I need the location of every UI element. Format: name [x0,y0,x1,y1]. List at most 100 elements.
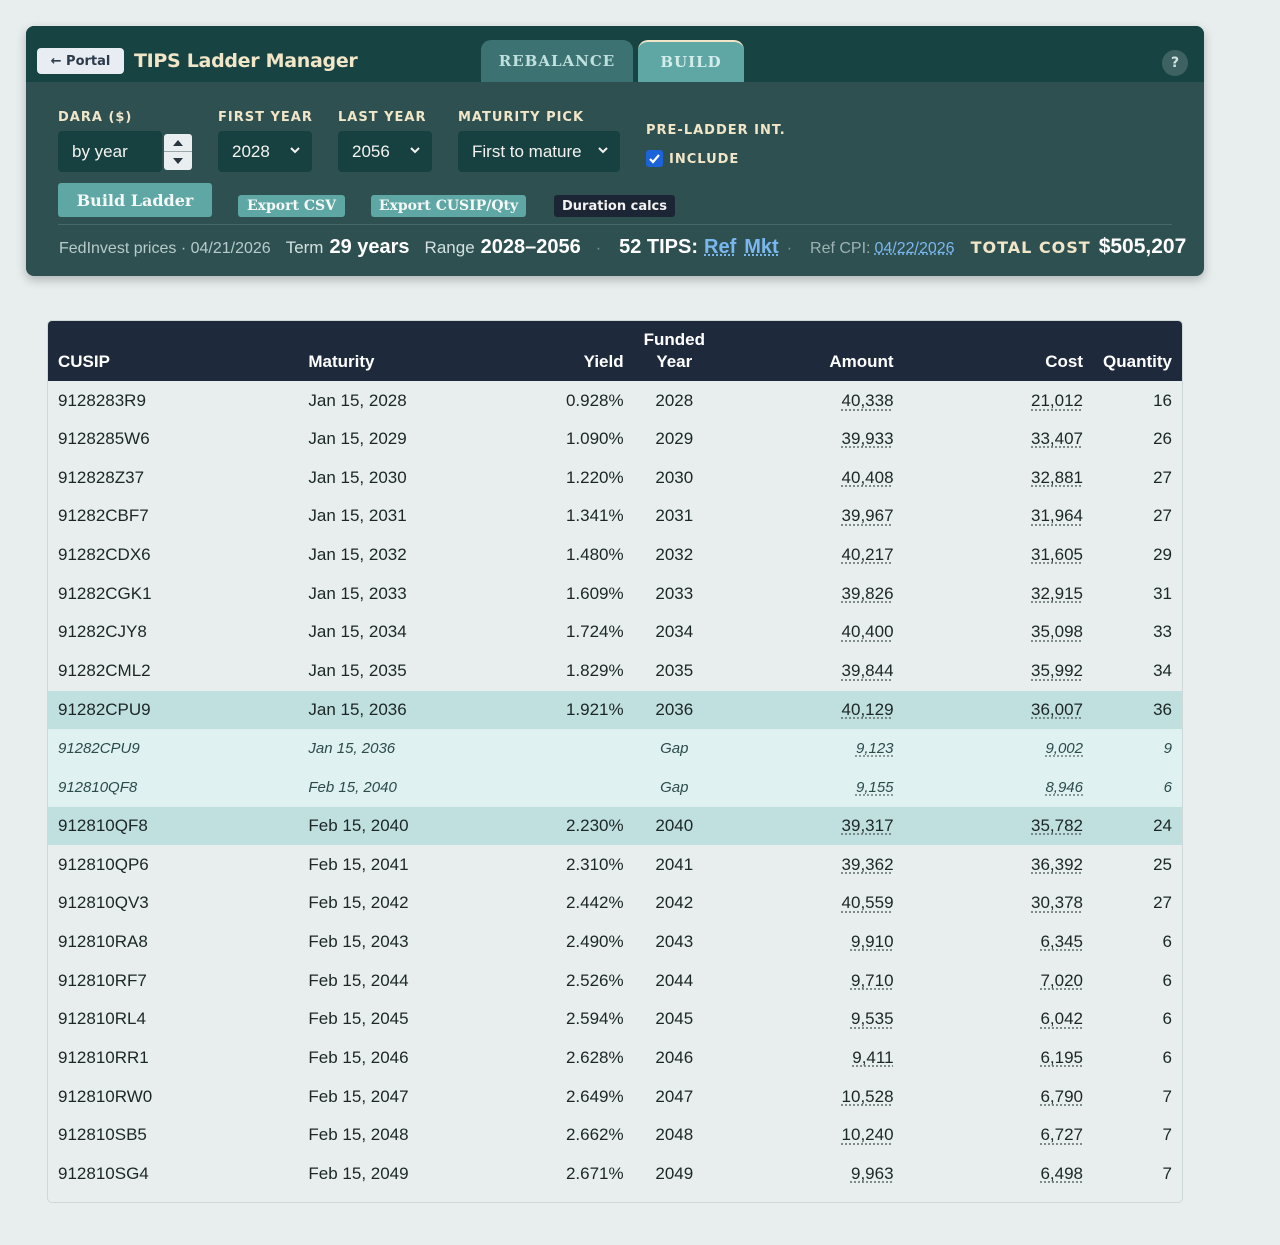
cell-cost-text[interactable]: 36,392 [1031,855,1083,874]
cell-maturity-text: Feb 15, 2045 [308,1009,409,1029]
cell-amount-text[interactable]: 40,217 [842,545,894,564]
cell-cusip-text: 91282CJY8 [58,622,147,642]
cell-amount-text[interactable]: 9,123 [856,740,894,757]
stepper-down-icon[interactable] [164,152,192,169]
first-year-select[interactable]: 2028 [218,131,312,172]
col-quantity[interactable]: Quantity [1093,321,1182,381]
tab-rebalance[interactable]: REBALANCE [481,40,633,82]
col-funded-year[interactable]: Funded Year [634,321,715,381]
cell-cost-text[interactable]: 35,098 [1031,622,1083,641]
export-csv-button[interactable]: Export CSV [238,195,345,217]
cell-amount-text[interactable]: 39,933 [842,429,894,448]
cell-cost-text[interactable]: 6,727 [1040,1125,1083,1144]
cell-cost-text[interactable]: 33,407 [1031,429,1083,448]
cell-cost-text[interactable]: 9,002 [1045,740,1083,757]
table-row[interactable]: 9128285W6 Jan 15, 2029 1.090% 2029 39,933 33,… [48,420,1182,459]
cell-amount-text[interactable]: 40,400 [842,622,894,641]
help-button[interactable]: ? [1162,50,1188,76]
table-row[interactable]: 912810SG4 Feb 15, 2049 2.671% 2049 9,963 6,49… [48,1155,1182,1194]
cell-funded-year: 2049 [634,1155,715,1194]
duration-calcs-button[interactable]: Duration calcs [554,195,675,217]
table-row[interactable]: 91282CPU9 Jan 15, 2036 1.921% 2036 40,129 36,… [48,690,1182,730]
export-cusip-button[interactable]: Export CUSIP/Qty [371,195,526,217]
table-row[interactable]: 912810RW0 Feb 15, 2047 2.649% 2047 10,528 6,7… [48,1077,1182,1116]
cell-amount-text[interactable]: 39,317 [842,816,894,835]
cell-cost-text[interactable]: 21,012 [1031,391,1083,410]
table-row[interactable]: 912810SB5 Feb 15, 2048 2.662% 2048 10,240 6,7… [48,1116,1182,1155]
table-row[interactable]: 912810QF8 Feb 15, 2040 2.230% 2040 39,317 35,… [48,806,1182,846]
col-cusip[interactable]: CUSIP [48,321,298,381]
cell-cost-text[interactable]: 32,915 [1031,584,1083,603]
cell-maturity: Jan 15, 2036 [298,729,544,768]
cell-amount-text[interactable]: 10,528 [842,1087,894,1106]
cell-yield: 1.341% [544,497,634,536]
col-amount[interactable]: Amount [715,321,904,381]
cell-amount-text[interactable]: 9,411 [852,1048,893,1067]
cell-amount-text[interactable]: 40,408 [842,468,894,487]
cell-cost-text[interactable]: 6,790 [1040,1087,1083,1106]
cell-cost-text[interactable]: 6,498 [1040,1164,1083,1183]
cell-cost-text[interactable]: 31,605 [1031,545,1083,564]
portal-button[interactable]: ← Portal [37,48,124,74]
cell-cost-text[interactable]: 6,195 [1040,1048,1083,1067]
cell-cost-text[interactable]: 8,946 [1045,779,1083,796]
build-ladder-button[interactable]: Build Ladder [58,183,212,217]
include-checkbox[interactable] [646,150,663,167]
cell-amount-text[interactable]: 9,963 [851,1164,894,1183]
cell-amount-text[interactable]: 9,710 [851,971,894,990]
ref-link[interactable]: Ref [704,236,736,259]
tab-build[interactable]: BUILD [638,40,744,82]
cell-amount-text[interactable]: 39,844 [842,661,894,680]
cell-amount-text[interactable]: 40,559 [842,893,894,912]
table-row[interactable]: 91282CGK1 Jan 15, 2033 1.609% 2033 39,826 32,… [48,574,1182,613]
cell-amount-text[interactable]: 40,129 [842,700,894,719]
table-row[interactable]: 91282CBF7 Jan 15, 2031 1.341% 2031 39,967 31,… [48,497,1182,536]
col-yield[interactable]: Yield [544,321,634,381]
table-row[interactable]: 912828Z37 Jan 15, 2030 1.220% 2030 40,408 32,… [48,458,1182,497]
table-row[interactable]: 912810QP6 Feb 15, 2041 2.310% 2041 39,362 36,… [48,845,1182,884]
cell-cost-text[interactable]: 35,992 [1031,661,1083,680]
cell-cost-text[interactable]: 6,345 [1040,932,1083,951]
cell-cost-text[interactable]: 31,964 [1031,506,1083,525]
cell-amount-text[interactable]: 39,967 [842,506,894,525]
ref-cpi-link[interactable]: 04/22/2026 [875,240,955,258]
gap-row[interactable]: 91282CPU9 Jan 15, 2036 Gap 9,123 9,002 9 [48,729,1182,768]
include-label[interactable]: INCLUDE [669,152,739,167]
dara-input[interactable]: by year [58,131,162,172]
cell-quantity: 9 [1093,729,1182,768]
cell-amount-text[interactable]: 9,155 [856,779,894,796]
col-cost[interactable]: Cost [904,321,1093,381]
table-row[interactable]: 912810RA8 Feb 15, 2043 2.490% 2043 9,910 6,34… [48,923,1182,962]
last-year-select[interactable]: 2056 [338,131,432,172]
cell-amount-text[interactable]: 39,362 [842,855,894,874]
gap-row[interactable]: 912810QF8 Feb 15, 2040 Gap 9,155 8,946 6 [48,767,1182,807]
table-row[interactable]: 91282CML2 Jan 15, 2035 1.829% 2035 39,844 35,… [48,652,1182,691]
cell-amount-text[interactable]: 10,240 [842,1125,894,1144]
table-row[interactable]: 9128283R9 Jan 15, 2028 0.928% 2028 40,338 21,… [48,381,1182,420]
table-row[interactable]: 91282CDX6 Jan 15, 2032 1.480% 2032 40,217 31,… [48,536,1182,575]
cell-cost-text[interactable]: 7,020 [1040,971,1083,990]
cell-amount-text[interactable]: 9,910 [851,932,894,951]
cell-quantity: 6 [1093,923,1182,962]
table-row[interactable]: 912810RL4 Feb 15, 2045 2.594% 2045 9,535 6,04… [48,1000,1182,1039]
last-year-label: LAST YEAR [338,110,427,125]
table-row[interactable]: 912810QV3 Feb 15, 2042 2.442% 2042 40,559 30,… [48,884,1182,923]
cell-funded-year: Gap [633,729,715,768]
maturity-pick-select[interactable]: First to mature [458,131,620,172]
stepper-up-icon[interactable] [164,135,192,152]
cell-cusip: 912810RF7 [48,961,298,1000]
table-row[interactable]: 912810RR1 Feb 15, 2046 2.628% 2046 9,411 6,19… [48,1039,1182,1078]
cell-cost-text[interactable]: 6,042 [1040,1009,1083,1028]
table-row[interactable]: 912810RF7 Feb 15, 2044 2.526% 2044 9,710 7,02… [48,961,1182,1000]
cell-cost-text[interactable]: 30,378 [1031,893,1083,912]
cell-amount-text[interactable]: 39,826 [842,584,894,603]
cell-cost-text[interactable]: 36,007 [1031,700,1083,719]
cell-cost-text[interactable]: 32,881 [1031,468,1083,487]
col-maturity[interactable]: Maturity [298,321,543,381]
cell-cost-text[interactable]: 35,782 [1031,816,1083,835]
table-row[interactable]: 91282CJY8 Jan 15, 2034 1.724% 2034 40,400 35,… [48,613,1182,652]
cell-amount-text[interactable]: 9,535 [851,1009,894,1028]
dara-stepper[interactable] [164,134,192,170]
mkt-link[interactable]: Mkt [744,236,778,259]
cell-amount-text[interactable]: 40,338 [842,391,894,410]
